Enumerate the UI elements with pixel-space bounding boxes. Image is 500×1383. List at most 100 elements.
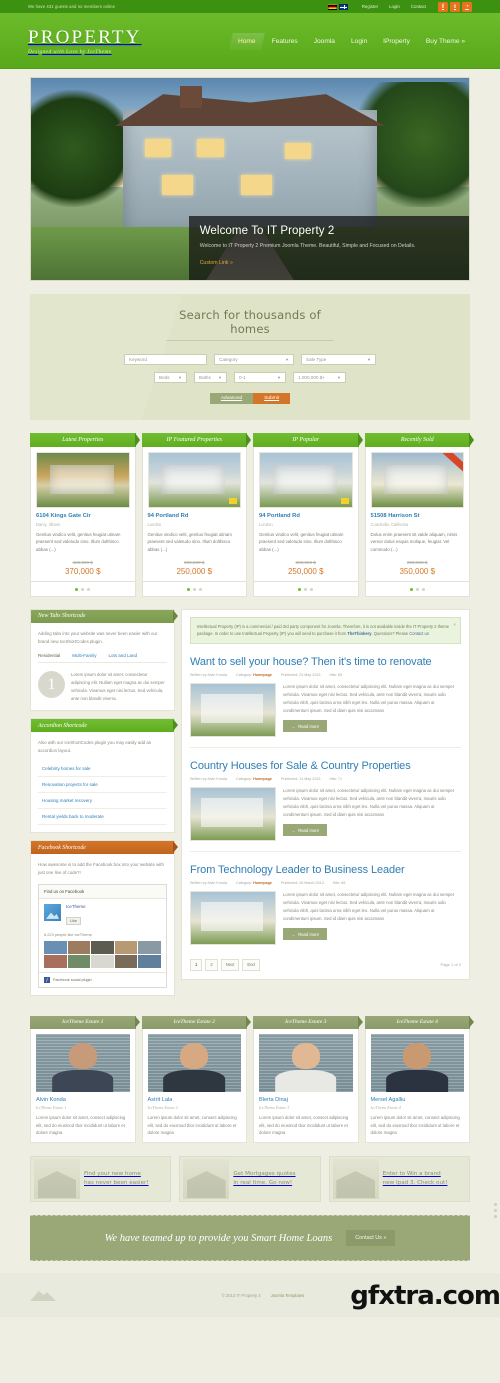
promo-banner-ipad[interactable]: Enter to Win a brand new Ipad 3. Check ou… (328, 1156, 470, 1203)
scroll-dot[interactable] (494, 1215, 497, 1218)
gb-flag-icon[interactable] (338, 3, 348, 10)
facebook-friend-thumb[interactable] (91, 940, 114, 954)
read-more-button[interactable]: → Read more (283, 928, 327, 941)
carousel-dots[interactable] (253, 581, 359, 597)
carousel-dot[interactable] (75, 587, 79, 591)
team-member-name[interactable]: Blerta Dinaj (259, 1097, 353, 1103)
nav-item-iproperty[interactable]: IProperty (376, 33, 417, 50)
carousel-dot[interactable] (186, 587, 190, 591)
facebook-friend-thumb[interactable] (114, 940, 138, 954)
search-baths-select[interactable]: Baths ▼ (194, 372, 227, 383)
promo-banner-find-home[interactable]: Find your new home has never been easier! (30, 1156, 172, 1203)
tab-residential[interactable]: Residential (38, 653, 60, 658)
scroll-dot[interactable] (494, 1209, 497, 1212)
search-submit-button[interactable]: Submit (253, 393, 291, 404)
property-title[interactable]: 6104 Kings Gate Cir (36, 513, 130, 519)
search-beds-select[interactable]: Beds ▼ (154, 372, 187, 383)
site-logo[interactable]: PROPERTY Designed with Love by IceTheme (28, 28, 142, 55)
carousel-dot[interactable] (87, 587, 91, 591)
accordion-item-celebrity-homes[interactable]: Celebrity homes for sale (38, 761, 167, 778)
scroll-indicator[interactable] (494, 1203, 497, 1218)
hero-custom-link[interactable]: Custom Link » (200, 260, 233, 266)
facebook-friend-thumb[interactable] (44, 940, 67, 954)
next-page-button[interactable]: Next (220, 958, 240, 971)
close-icon[interactable]: × (453, 621, 456, 629)
article-title[interactable]: Country Houses for Sale & Country Proper… (190, 760, 461, 772)
facebook-page-name[interactable]: IceTheme (66, 904, 86, 909)
carousel-dots[interactable] (30, 581, 136, 597)
article-thumbnail[interactable] (190, 890, 276, 945)
read-more-button[interactable]: → Read more (283, 720, 327, 733)
accordion-item-rental-yields[interactable]: Rental yields back to moderate (38, 809, 167, 826)
carousel-dots[interactable] (364, 581, 470, 597)
advanced-search-button[interactable]: Advanced (209, 393, 254, 404)
carousel-dot[interactable] (298, 587, 302, 591)
notice-contact-link[interactable]: Contact us (409, 631, 429, 636)
contact-link[interactable]: Contact (408, 4, 429, 9)
facebook-friend-thumb[interactable] (91, 954, 114, 968)
facebook-friend-thumb[interactable] (44, 954, 67, 968)
team-photo[interactable] (147, 1033, 241, 1092)
tab-multi-family[interactable]: Multi-Family (72, 653, 96, 658)
promo-banner-mortgages[interactable]: Get Mortgages quotes in real time. Go now… (179, 1156, 321, 1203)
team-member-name[interactable]: Alvin Konda (36, 1097, 130, 1103)
facebook-friend-thumb[interactable] (138, 940, 161, 954)
last-page-button[interactable]: End (242, 958, 260, 971)
register-link[interactable]: Register (359, 4, 381, 9)
facebook-friend-thumb[interactable] (114, 954, 138, 968)
carousel-dot[interactable] (198, 587, 202, 591)
search-sale-type-select[interactable]: Sale Type ▼ (301, 354, 376, 365)
team-photo[interactable] (36, 1033, 130, 1092)
carousel-dot[interactable] (409, 587, 413, 591)
facebook-like-button[interactable]: Like (66, 916, 81, 925)
carousel-dot[interactable] (310, 587, 314, 591)
carousel-dot[interactable] (421, 587, 425, 591)
property-thumbnail[interactable] (36, 452, 130, 508)
carousel-dots[interactable] (141, 581, 247, 597)
facebook-friend-thumb[interactable] (67, 954, 91, 968)
article-thumbnail[interactable] (190, 786, 276, 841)
property-title[interactable]: 94 Portland Rd (148, 513, 242, 519)
nav-item-home[interactable]: Home (229, 32, 265, 50)
nav-item-login[interactable]: Login (344, 33, 374, 50)
search-keyword-input[interactable]: Keyword (124, 354, 207, 365)
property-title[interactable]: 51508 Harrison St (371, 513, 465, 519)
property-thumbnail[interactable] (259, 452, 353, 508)
property-thumbnail[interactable] (147, 452, 241, 508)
team-photo[interactable] (370, 1033, 464, 1092)
article-title[interactable]: From Technology Leader to Business Leade… (190, 864, 461, 876)
rss-icon[interactable]: ◔ (462, 1, 472, 12)
de-flag-icon[interactable] (327, 3, 337, 10)
tab-lots-and-land[interactable]: Lots and Land (109, 653, 138, 658)
carousel-dot[interactable] (415, 587, 419, 591)
facebook-icon[interactable]: f (438, 1, 448, 12)
article-title[interactable]: Want to sell your house? Then it's time … (190, 656, 461, 668)
article-category-value[interactable]: Homepage (253, 777, 272, 781)
contact-us-button[interactable]: Contact Us » (346, 1230, 396, 1247)
facebook-friend-thumb[interactable] (67, 940, 91, 954)
article-thumbnail[interactable] (190, 682, 276, 737)
accordion-item-housing-market[interactable]: Housing market recovery (38, 793, 167, 810)
search-size-select[interactable]: 0-1 ▼ (234, 372, 286, 383)
footer-link[interactable]: Joomla Templates (271, 1293, 305, 1298)
page-1-button[interactable]: 1 (190, 958, 203, 971)
login-link[interactable]: Login (386, 4, 403, 9)
carousel-dot[interactable] (304, 587, 308, 591)
team-member-name[interactable]: Mersel Agalliu (371, 1097, 465, 1103)
article-category-value[interactable]: Homepage (253, 673, 272, 677)
nav-item-features[interactable]: Features (265, 33, 305, 50)
property-title[interactable]: 94 Portland Rd (259, 513, 353, 519)
page-2-button[interactable]: 2 (205, 958, 218, 971)
property-thumbnail[interactable] (370, 452, 464, 508)
search-category-select[interactable]: Category ▼ (214, 354, 294, 365)
team-photo[interactable] (259, 1033, 353, 1092)
facebook-friend-thumb[interactable] (138, 954, 161, 968)
language-switcher[interactable] (327, 3, 348, 10)
nav-item-buy-theme[interactable]: Buy Theme » (419, 33, 472, 50)
scroll-dot[interactable] (494, 1203, 497, 1206)
search-price-select[interactable]: 1,000,000 $+ ▼ (293, 372, 346, 383)
article-category-value[interactable]: Homepage (253, 881, 272, 885)
accordion-item-renovation-projects[interactable]: Renovation projects for sale (38, 777, 167, 794)
carousel-dot[interactable] (192, 587, 196, 591)
hero-slider[interactable]: Welcome To IT Property 2 Welcome to IT P… (30, 77, 470, 281)
